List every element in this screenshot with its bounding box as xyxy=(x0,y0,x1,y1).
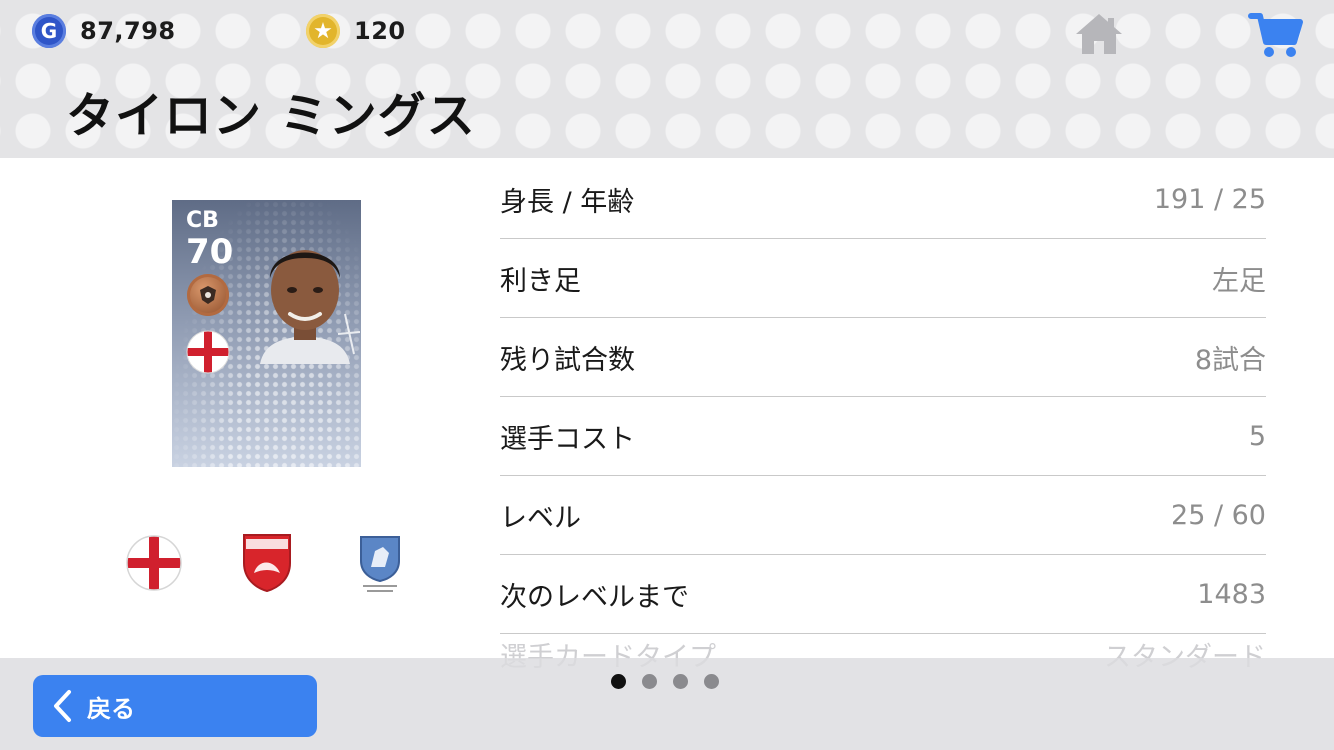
chevron-left-icon xyxy=(54,690,71,722)
cart-icon xyxy=(1248,13,1303,57)
info-row-player-cost: 選手コスト 5 xyxy=(500,397,1266,476)
info-value: 左足 xyxy=(1212,265,1266,297)
top-bar: G 87,798 ★ 120 タイロン ミングス xyxy=(0,0,1334,158)
club-crest-icon xyxy=(243,534,291,593)
league-emblem-icon xyxy=(360,536,400,592)
info-label: 次のレベルまで xyxy=(500,581,689,613)
info-value: 8試合 xyxy=(1194,344,1266,376)
info-value: 5 xyxy=(1248,420,1266,452)
card-rating: 70 xyxy=(186,232,234,272)
info-label: 身長 / 年齢 xyxy=(500,186,635,218)
back-button-label: 戻る xyxy=(87,694,135,723)
player-card[interactable]: CB 70 xyxy=(172,200,361,467)
page-dot-1[interactable] xyxy=(611,674,626,689)
info-row-preferred-foot: 利き足 左足 xyxy=(500,239,1266,318)
home-icon xyxy=(1076,14,1122,54)
gp-value: 87,798 xyxy=(80,17,176,45)
bronze-medal-icon xyxy=(187,274,229,316)
coin-balance: ★ 120 xyxy=(306,13,406,49)
info-label: 利き足 xyxy=(500,265,581,297)
home-button[interactable] xyxy=(1072,10,1126,58)
shop-cart-button[interactable] xyxy=(1248,10,1304,60)
back-button[interactable]: 戻る xyxy=(33,675,317,737)
player-info-table[interactable]: 身長 / 年齢 191 / 25 利き足 左足 残り試合数 8試合 選手コスト … xyxy=(500,160,1266,674)
info-value: 191 / 25 xyxy=(1153,183,1266,215)
page-dot-3[interactable] xyxy=(673,674,688,689)
info-row-height-age: 身長 / 年齢 191 / 25 xyxy=(500,160,1266,239)
gp-balance: G 87,798 xyxy=(32,13,176,49)
coin-value: 120 xyxy=(354,17,406,45)
gp-coin-letter: G xyxy=(40,19,58,43)
england-flag-icon xyxy=(126,535,182,591)
page-dot-2[interactable] xyxy=(642,674,657,689)
card-position: CB xyxy=(186,208,219,233)
info-row-level: レベル 25 / 60 xyxy=(500,476,1266,555)
page-dot-4[interactable] xyxy=(704,674,719,689)
page-indicator[interactable] xyxy=(611,674,719,689)
info-row-next-level: 次のレベルまで 1483 xyxy=(500,555,1266,634)
star-coin-icon: ★ xyxy=(306,14,340,48)
player-portrait xyxy=(260,250,360,364)
info-label: レベル xyxy=(500,502,581,534)
info-row-remaining-matches: 残り試合数 8試合 xyxy=(500,318,1266,397)
info-value: 1483 xyxy=(1197,578,1266,610)
gp-coin-icon: G xyxy=(32,14,66,48)
info-value: 25 / 60 xyxy=(1171,499,1266,531)
england-flag-icon xyxy=(186,330,230,374)
info-label: 選手コスト xyxy=(500,423,635,455)
player-name: タイロン ミングス xyxy=(66,88,476,144)
info-label: 残り試合数 xyxy=(500,344,635,376)
